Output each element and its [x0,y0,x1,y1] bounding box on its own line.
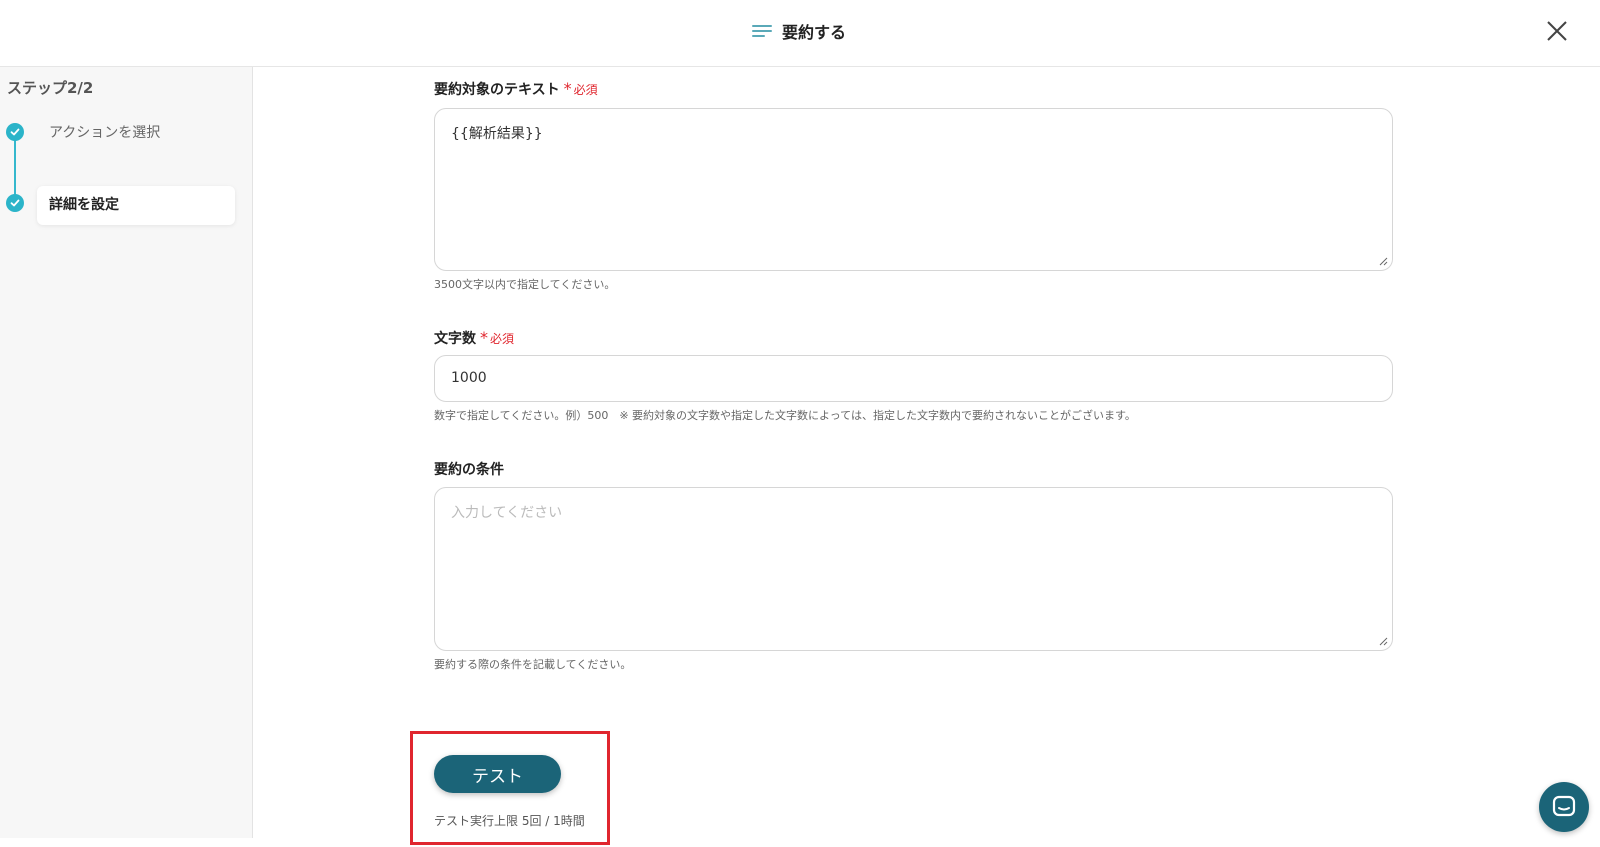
condition-label: 要約の条件 [434,462,504,478]
summary-text-textarea[interactable]: {{解析結果}} [434,108,1393,271]
step-title: ステップ2/2 [7,79,94,97]
text-field-help: 3500文字以内で指定してください。 [434,278,616,291]
close-icon [1547,21,1567,41]
modal-header: 要約する [0,0,1600,67]
header-title: 要約する [782,23,847,42]
resize-handle-icon[interactable] [1378,636,1388,646]
test-button[interactable]: テスト [434,755,561,793]
test-limit-text: テスト実行上限 5回 / 1時間 [434,814,585,828]
close-button[interactable] [1540,14,1574,48]
char-count-label: 文字数 * 必須 [434,328,515,348]
sidebar-step-select-action[interactable]: アクションを選択 [49,122,160,142]
header-title-group: 要約する [752,16,846,46]
form-area: 要約対象のテキスト * 必須 {{解析結果}} 3500文字以内で指定してください… [253,67,1600,847]
condition-help: 要約する際の条件を記載してください。 [434,658,632,671]
step-2-check-icon [6,194,24,212]
chat-support-button[interactable] [1539,782,1589,832]
char-count-help: 数字で指定してください。例）500 ※ 要約対象の文字数や指定した文字数によって… [434,409,1136,422]
sidebar-step-details[interactable]: 詳細を設定 [49,194,119,214]
timeline-line [14,131,16,203]
required-badge: * 必須 [563,79,598,98]
text-field-label: 要約対象のテキスト * 必須 [434,79,598,99]
required-badge: * 必須 [480,328,515,347]
condition-textarea[interactable]: 入力してください [434,487,1393,651]
summary-lines-icon [752,24,772,38]
steps-sidebar: ステップ2/2 アクションを選択 詳細を設定 [0,67,253,838]
resize-handle-icon[interactable] [1378,256,1388,266]
char-count-input[interactable]: 1000 [434,355,1393,402]
chat-icon [1552,795,1576,817]
step-1-check-icon [6,123,24,141]
